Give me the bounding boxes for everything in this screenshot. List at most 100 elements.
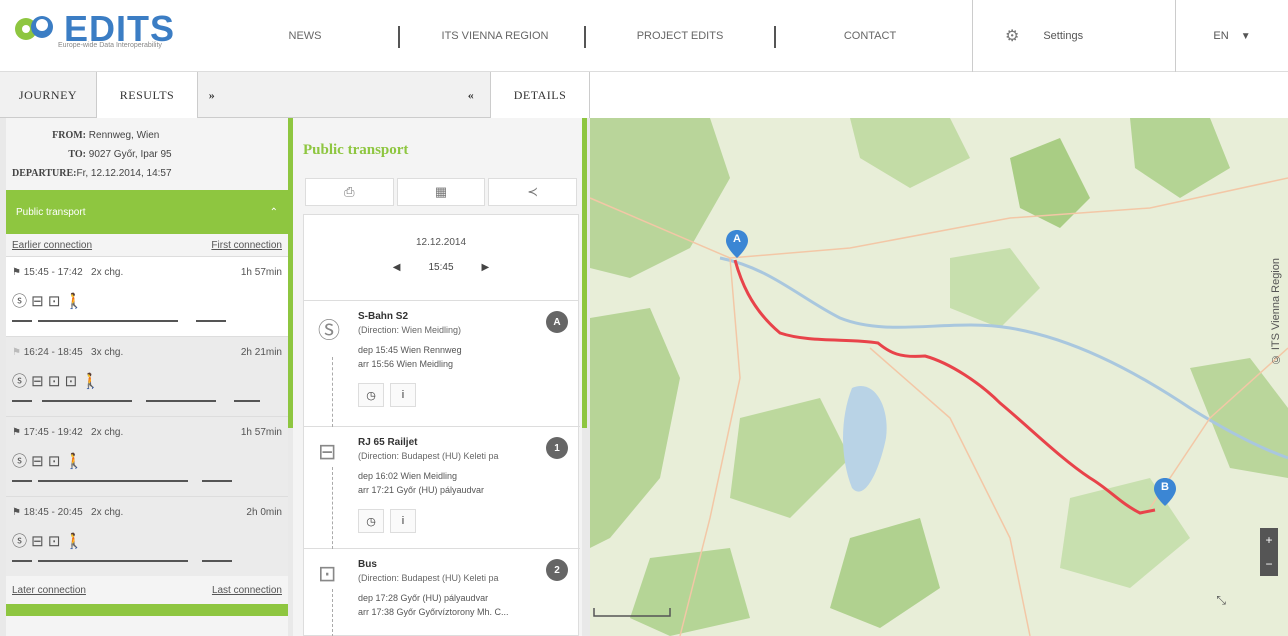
leg-connector: [332, 589, 333, 636]
bus-icon: ⊡: [318, 561, 337, 586]
expand-panel-button[interactable]: »: [198, 72, 226, 118]
settings-label: Settings: [1043, 30, 1084, 42]
zoom-in-button[interactable]: +: [1260, 528, 1278, 552]
start-marker-label: A: [733, 233, 741, 245]
section-title: Public transport: [16, 206, 86, 218]
destination-marker[interactable]: B: [1154, 478, 1176, 506]
last-connection-link[interactable]: Last connection: [212, 585, 282, 596]
leg-marker: 2: [546, 559, 568, 581]
leg-item[interactable]: ⊟ RJ 65 Railjet (Direction: Budapest (HU…: [304, 427, 580, 549]
leg-direction: (Direction: Budapest (HU) Keleti pa: [358, 573, 499, 583]
language-selector[interactable]: EN ▼: [1176, 0, 1288, 72]
itinerary-time: 15:45: [428, 262, 454, 273]
nav-divider: [584, 26, 586, 48]
print-icon: ⎙: [344, 184, 355, 199]
later-connection-link[interactable]: Later connection: [12, 585, 86, 596]
connection-item[interactable]: ⚑ 15:45 - 17:42 2x chg. 1h 57min ⓢ ⊟ ⊡ 🚶: [6, 256, 288, 336]
next-time-button[interactable]: ▶: [482, 262, 490, 273]
clock-icon: ◷: [366, 389, 376, 402]
start-marker[interactable]: A: [726, 230, 748, 258]
connection-timeline: [12, 480, 258, 482]
map-header-area: [590, 72, 1288, 118]
nav-news[interactable]: NEWS: [240, 0, 370, 72]
public-transport-section-header[interactable]: Public transport ⌃: [6, 190, 288, 234]
tab-journey[interactable]: JOURNEY: [0, 72, 96, 118]
connection-item[interactable]: ⚑ 18:45 - 20:45 2x chg. 2h 0min ⓢ ⊟ ⊡ 🚶: [6, 496, 288, 576]
zoom-out-button[interactable]: −: [1260, 552, 1278, 576]
previous-time-button[interactable]: ◀: [393, 262, 401, 273]
trip-summary: FROM: Rennweg, Wien TO: 9027 Győr, Ipar …: [6, 118, 288, 190]
connection-timeline: [12, 320, 258, 322]
calendar-icon: ▦: [434, 184, 448, 199]
nav-contact[interactable]: CONTACT: [790, 0, 950, 72]
leg-item[interactable]: ⊡ Bus (Direction: Budapest (HU) Keleti p…: [304, 549, 580, 636]
to-value: 9027 Győr, Ipar 95: [88, 149, 172, 160]
leg-departure: dep 15:45 Wien Rennweg: [358, 345, 462, 355]
leg-direction: (Direction: Budapest (HU) Keleti pa: [358, 451, 499, 461]
itinerary-card: 12.12.2014 ◀ 15:45 ▶ Ⓢ S-Bahn S2 (Direct…: [303, 214, 580, 636]
print-button[interactable]: ⎙: [305, 178, 394, 206]
nav-project-edits[interactable]: PROJECT EDITS: [600, 0, 760, 72]
leg-connector: [332, 467, 333, 549]
tab-results[interactable]: RESULTS: [96, 72, 198, 118]
leg-direction: (Direction: Wien Meidling): [358, 325, 462, 335]
panel-divider: [582, 118, 587, 428]
nav-divider: [774, 26, 776, 48]
flag-icon: ⚑: [12, 507, 21, 518]
language-label: EN: [1213, 30, 1229, 42]
panel-tabs: JOURNEY RESULTS » « DETAILS: [0, 72, 590, 118]
route-map[interactable]: A B © ITS Vienna Region + − ⤡: [590, 118, 1288, 636]
info-button[interactable]: i: [390, 509, 416, 533]
share-icon: ≺: [527, 184, 539, 199]
logo-subtitle: Europe-wide Data Interoperability: [58, 42, 162, 49]
from-value: Rennweg, Wien: [88, 130, 160, 141]
clock-icon: ◷: [366, 515, 376, 528]
connection-timeline: [12, 560, 258, 562]
timer-button[interactable]: ◷: [358, 383, 384, 407]
timer-button[interactable]: ◷: [358, 509, 384, 533]
itinerary-date: 12.12.2014: [415, 237, 467, 248]
tab-details[interactable]: DETAILS: [490, 72, 590, 118]
calendar-button[interactable]: ▦: [396, 178, 486, 206]
earlier-connection-link[interactable]: Earlier connection: [12, 240, 92, 251]
connection-time: 18:45 - 20:45: [23, 507, 83, 518]
collapse-panel-button[interactable]: «: [456, 72, 486, 118]
fullscreen-icon[interactable]: ⤡: [1216, 593, 1226, 608]
info-button[interactable]: i: [390, 383, 416, 407]
leg-name: RJ 65 Railjet: [358, 437, 418, 448]
transport-mode-icons: ⓢ ⊟ ⊡ 🚶: [12, 533, 84, 550]
transport-mode-icons: ⓢ ⊟ ⊡ 🚶: [12, 293, 84, 310]
leg-marker: 1: [546, 437, 568, 459]
leg-item[interactable]: Ⓢ S-Bahn S2 (Direction: Wien Meidling) d…: [304, 301, 580, 427]
details-panel: Public transport ⎙ ▦ ≺ 12.12.2014 ◀ 15:4…: [293, 118, 582, 636]
connection-changes: 3x chg.: [91, 347, 124, 358]
leg-arrival: arr 17:21 Győr (HU) pályaudvar: [358, 485, 485, 495]
connection-timeline: [12, 400, 260, 402]
map-canvas: [590, 118, 1288, 636]
connection-duration: 2h 0min: [246, 507, 282, 518]
flag-icon: ⚑: [12, 427, 21, 438]
share-button[interactable]: ≺: [488, 178, 578, 206]
connection-item[interactable]: ⚑ 17:45 - 19:42 2x chg. 1h 57min ⓢ ⊟ ⊡ 🚶: [6, 416, 288, 496]
settings-button[interactable]: ⚙ Settings: [972, 0, 1176, 72]
top-navigation-bar: EDITS Europe-wide Data Interoperability …: [0, 0, 1288, 72]
connection-links-top: Earlier connection First connection: [6, 234, 288, 256]
zoom-control[interactable]: + −: [1260, 528, 1278, 576]
connection-changes: 2x chg.: [91, 267, 124, 278]
connection-item[interactable]: ⚑ 16:24 - 18:45 3x chg. 2h 21min ⓢ ⊟ ⊡ ⊡ …: [6, 336, 288, 416]
connection-time: 16:24 - 18:45: [23, 347, 83, 358]
nav-its-vienna-region[interactable]: ITS VIENNA REGION: [410, 0, 580, 72]
nav-divider: [398, 26, 400, 48]
flag-icon: ⚑: [12, 267, 21, 278]
departure-value: Fr, 12.12.2014, 14:57: [76, 168, 172, 179]
chevron-up-icon: ⌃: [269, 206, 278, 218]
transport-mode-icons: ⓢ ⊟ ⊡ ⊡ 🚶: [12, 373, 101, 390]
leg-connector: [332, 357, 333, 427]
results-panel: FROM: Rennweg, Wien TO: 9027 Győr, Ipar …: [6, 118, 288, 636]
leg-departure: dep 17:28 Győr (HU) pályaudvar: [358, 593, 489, 603]
leg-arrival: arr 17:38 Győr Győrvíztorony Mh. C...: [358, 607, 509, 617]
first-connection-link[interactable]: First connection: [211, 240, 282, 251]
connection-changes: 2x chg.: [91, 427, 124, 438]
connection-duration: 1h 57min: [240, 267, 282, 278]
connection-time: 15:45 - 17:42: [23, 267, 83, 278]
